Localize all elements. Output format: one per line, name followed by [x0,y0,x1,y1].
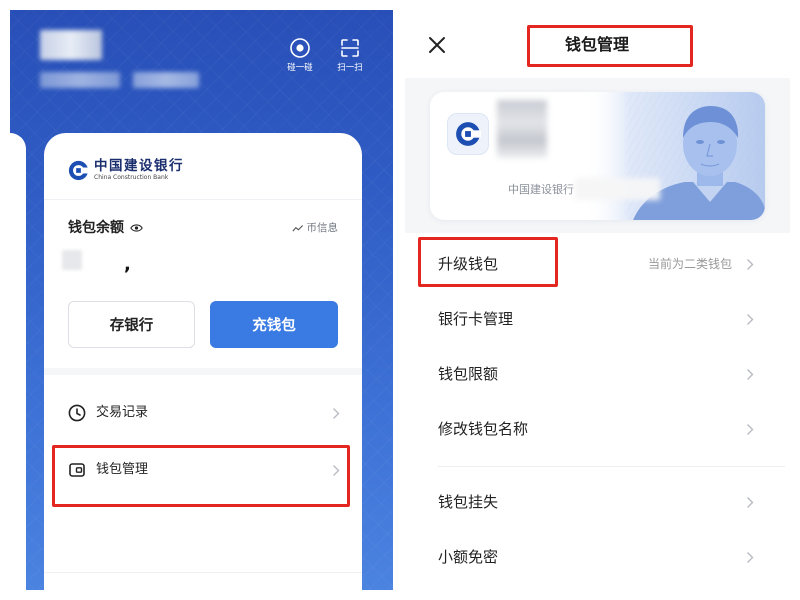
menu-item-wallet-limit[interactable]: 钱包限额 [418,347,790,402]
ccb-logo-icon [68,160,89,181]
top-up-wallet-button[interactable]: 充钱包 [210,301,338,348]
menu-item-transactions[interactable]: 交易记录 [44,385,362,441]
previous-wallet-card[interactable] [10,133,26,590]
bank-logo: 中国建设银行 China Construction Bank [68,159,184,182]
menu-item-bank-card-management[interactable]: 银行卡管理 [418,292,790,347]
wallet-card: 中国建设银行 [430,92,765,220]
scan-button[interactable]: 扫一扫 [330,37,370,74]
bank-name-cn: 中国建设银行 [94,158,184,174]
blurred-wallet-name [575,178,660,200]
menu-item-upgrade-wallet[interactable]: 升级钱包 当前为二类钱包 [418,237,790,292]
blurred-wallet-number [497,100,547,158]
clock-icon [68,404,86,422]
balance-amount: , [124,254,131,275]
chevron-right-icon [747,497,754,508]
chevron-right-icon [747,552,754,563]
deposit-to-bank-button[interactable]: 存银行 [68,301,195,348]
ccb-logo-icon [456,122,481,146]
page-title: 钱包管理 [564,35,629,54]
divider [438,466,785,467]
bank-logo-text: 中国建设银行 China Construction Bank [94,159,184,182]
wallet-card: 中国建设银行 China Construction Bank 钱包余额 币信息 … [44,133,362,590]
portrait-eye-right [717,140,725,144]
tap-to-pay-label: 碰一碰 [287,63,313,73]
scan-label: 扫一扫 [337,63,363,73]
menu-item-password-free-payment[interactable]: 小额免密 [418,530,790,585]
blurred-user-name [40,30,102,60]
tap-to-pay-button[interactable]: 碰一碰 [280,37,320,74]
chevron-right-icon [747,259,754,270]
chevron-right-icon [333,408,340,419]
trend-chart-icon [291,225,303,232]
chevron-right-icon [747,424,754,435]
eye-icon[interactable] [130,223,143,233]
menu-item-label: 交易记录 [96,405,149,420]
wallet-class-status: 当前为二类钱包 [647,257,732,271]
menu-item-label: 升级钱包 [438,255,499,273]
wallet-management-screen: 钱包管理 中国建设银行 升级钱包 当前为二类钱包 银行卡管理 钱包限额 修改钱包… [405,10,790,590]
divider [44,572,362,573]
menu-item-report-loss[interactable]: 钱包挂失 [418,475,790,530]
card-bank-name: 中国建设银行 [508,183,574,196]
menu-item-wallet-management[interactable]: 钱包管理 [44,442,362,498]
section-separator [44,368,362,375]
menu-item-label: 小额免密 [438,548,499,566]
chevron-right-icon [747,314,754,325]
bank-name-en: China Construction Bank [94,174,169,181]
chevron-right-icon [747,369,754,380]
chevron-right-icon [333,465,340,476]
coin-info-label: 币信息 [306,222,339,234]
blurred-user-info [40,72,120,88]
menu-item-label: 银行卡管理 [438,310,514,328]
menu-item-label: 钱包挂失 [438,493,499,511]
tap-circle-icon [290,38,310,58]
wallet-icon [69,463,85,477]
menu-item-label: 钱包限额 [438,365,499,383]
coin-info-link[interactable]: 币信息 [291,222,339,235]
balance-label: 钱包余额 [68,220,124,236]
wallet-home-screen: 碰一碰 扫一扫 中国建设银行 China Construction Bank 钱… [10,10,393,590]
divider [44,199,362,200]
blurred-user-info-2 [133,72,199,88]
bank-logo [447,113,489,155]
menu-item-label: 修改钱包名称 [438,420,529,438]
menu-item-rename-wallet[interactable]: 修改钱包名称 [418,402,790,457]
portrait-eye-left [696,140,704,144]
menu-item-label: 钱包管理 [96,462,149,477]
balance-header: 钱包余额 [68,219,143,237]
close-icon[interactable] [428,36,446,54]
scan-icon [341,39,359,57]
banknote-portrait-image [585,92,765,220]
blurred-balance [62,250,82,270]
